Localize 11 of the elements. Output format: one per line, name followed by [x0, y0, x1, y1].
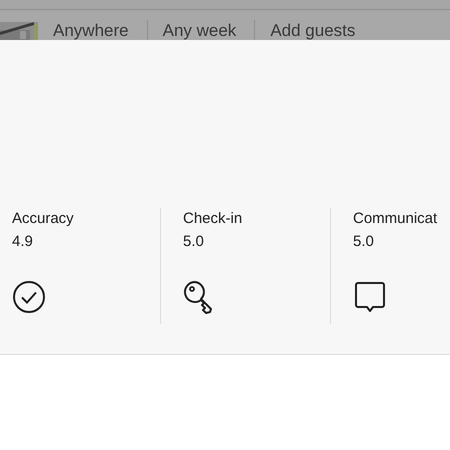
- search-segment[interactable]: Any week: [148, 21, 254, 40]
- speech-bubble-icon: [353, 280, 387, 314]
- rating-label: Communicat: [353, 210, 438, 227]
- search-segment[interactable]: Anywhere: [38, 21, 147, 40]
- rating-value: 5.0: [353, 233, 375, 250]
- rating-label: Check-in: [183, 210, 244, 227]
- rating-value: 4.9: [12, 233, 34, 250]
- search-segment[interactable]: Add guests: [255, 21, 374, 40]
- checkmark-circle-icon: [12, 280, 46, 314]
- rating-value: 5.0: [183, 233, 205, 250]
- rating-label: Accuracy: [12, 210, 75, 227]
